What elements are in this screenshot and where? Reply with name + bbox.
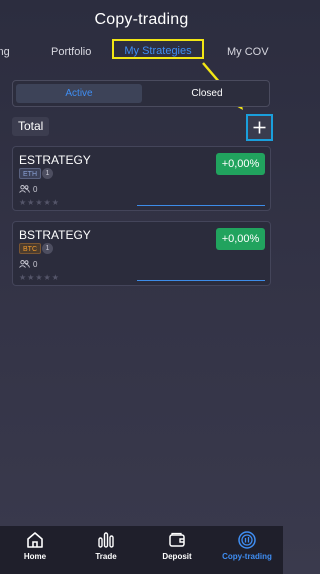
bottom-navigation: Home Trade Deposit Copy-trading bbox=[0, 526, 283, 574]
tab-portfolio[interactable]: Portfolio bbox=[51, 44, 91, 59]
count-badge: 1 bbox=[42, 168, 53, 179]
followers-count: 0 bbox=[19, 184, 37, 194]
nav-copy-trading-label: Copy-trading bbox=[222, 552, 272, 561]
top-tabs: ting Portfolio My Strategies My COV bbox=[0, 39, 283, 66]
tab-my-cov[interactable]: My COV bbox=[227, 44, 269, 59]
strategy-name: ESTRATEGY bbox=[19, 153, 91, 167]
add-strategy-button[interactable] bbox=[246, 114, 273, 141]
segment-closed[interactable]: Closed bbox=[145, 84, 269, 103]
followers-value: 0 bbox=[33, 259, 38, 269]
coin-badge: ETH bbox=[19, 168, 41, 179]
tab-my-strategies[interactable]: My Strategies bbox=[112, 39, 204, 59]
nav-copy-trading[interactable]: Copy-trading bbox=[212, 530, 282, 570]
pnl-badge: +0,00% bbox=[216, 153, 265, 175]
strategy-name: BSTRATEGY bbox=[19, 228, 91, 242]
trade-chart-icon bbox=[98, 532, 114, 548]
page-title: Copy-trading bbox=[94, 11, 189, 28]
tab-partial[interactable]: ting bbox=[0, 44, 10, 59]
nav-home[interactable]: Home bbox=[0, 530, 70, 570]
rating-stars: ★★★★★ bbox=[19, 198, 60, 207]
copy-trading-icon bbox=[238, 531, 256, 549]
followers-value: 0 bbox=[33, 184, 38, 194]
segment-active[interactable]: Active bbox=[16, 84, 142, 103]
home-icon bbox=[27, 532, 43, 548]
rating-stars: ★★★★★ bbox=[19, 273, 60, 282]
nav-home-label: Home bbox=[23, 552, 47, 561]
pnl-badge: +0,00% bbox=[216, 228, 265, 250]
nav-deposit-label: Deposit bbox=[162, 552, 192, 561]
users-icon bbox=[19, 185, 30, 193]
strategy-card[interactable]: BSTRATEGY BTC 1 0 ★★★★★ +0,00% bbox=[12, 221, 271, 286]
followers-count: 0 bbox=[19, 259, 37, 269]
count-badge: 1 bbox=[42, 243, 53, 254]
nav-deposit[interactable]: Deposit bbox=[142, 530, 212, 570]
performance-sparkline bbox=[137, 205, 265, 206]
performance-sparkline bbox=[137, 280, 265, 281]
total-filter[interactable]: Total bbox=[12, 117, 50, 136]
users-icon bbox=[19, 260, 30, 268]
coin-badge: BTC bbox=[19, 243, 41, 254]
wallet-icon bbox=[169, 532, 185, 547]
strategy-card[interactable]: ESTRATEGY ETH 1 0 ★★★★★ +0,00% bbox=[12, 146, 271, 211]
plus-icon bbox=[253, 121, 266, 134]
nav-trade-label: Trade bbox=[95, 552, 117, 561]
status-segmented-control: Active Closed bbox=[12, 80, 270, 107]
nav-trade[interactable]: Trade bbox=[71, 530, 141, 570]
